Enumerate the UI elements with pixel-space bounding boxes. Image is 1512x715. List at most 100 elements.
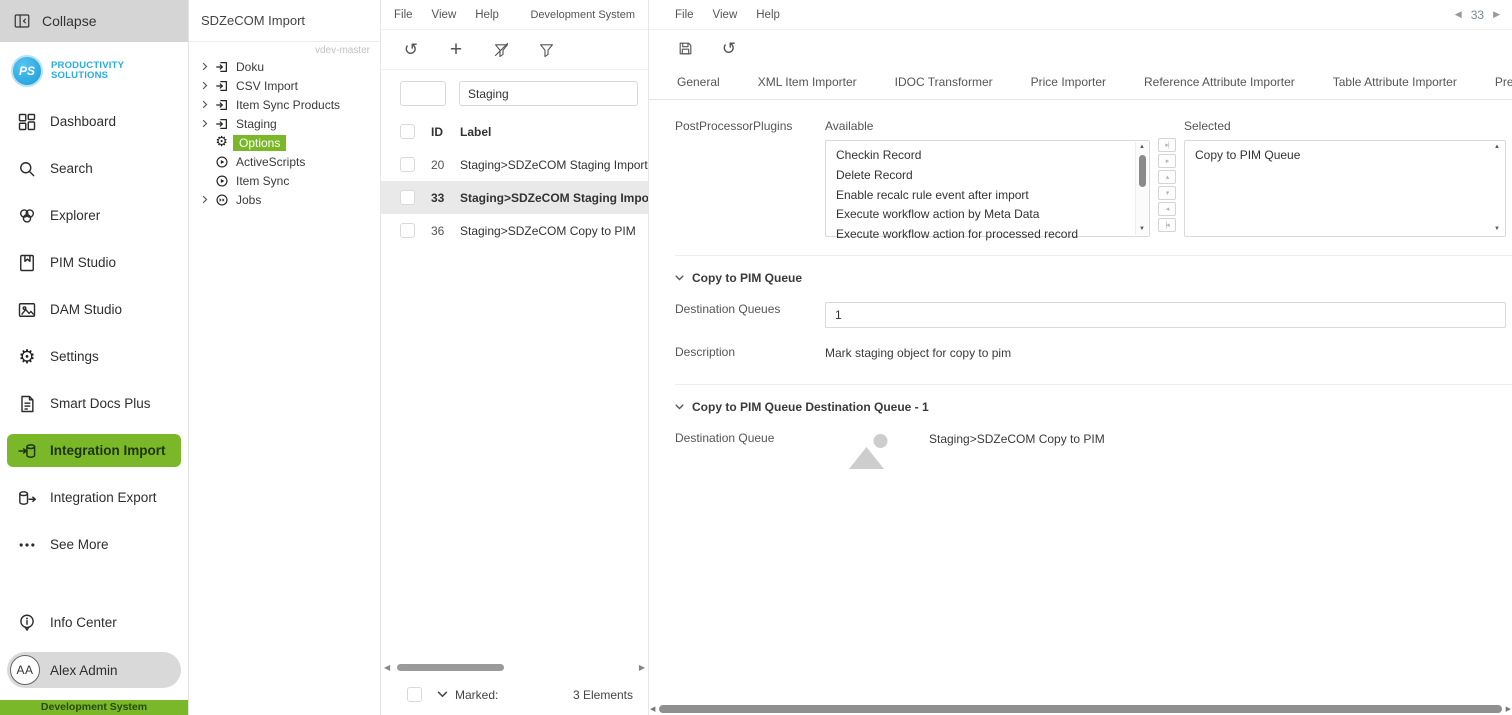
sidebar-item-explorer[interactable]: Explorer	[0, 192, 188, 239]
row-checkbox[interactable]	[400, 190, 415, 205]
scroll-down-icon[interactable]: ▼	[1136, 224, 1148, 235]
tab-reference-attribute-importer[interactable]: Reference Attribute Importer	[1142, 67, 1297, 100]
expand-chevron-icon[interactable]	[200, 100, 210, 109]
menu-view[interactable]: View	[432, 9, 457, 21]
row-checkbox[interactable]	[400, 157, 415, 172]
detail-horizontal-scrollbar[interactable]: ◀ ▶	[649, 703, 1512, 715]
available-scrollbar[interactable]: ▲ ▼	[1135, 142, 1148, 235]
tree-item-doku[interactable]: Doku	[200, 57, 380, 76]
tab-idoc-transformer[interactable]: IDOC Transformer	[893, 67, 995, 100]
sidebar-item-smart-docs-plus[interactable]: Smart Docs Plus	[0, 380, 188, 427]
sidebar-item-dashboard[interactable]: Dashboard	[0, 98, 188, 145]
table-row-selected[interactable]: 33 Staging>SDZeCOM Staging Import	[381, 181, 648, 214]
marked-checkbox[interactable]	[407, 687, 422, 702]
id-filter-input[interactable]	[400, 81, 446, 106]
dam-studio-icon	[17, 300, 37, 320]
row-checkbox[interactable]	[400, 223, 415, 238]
move-down-button[interactable]: ▾	[1158, 186, 1176, 200]
expand-chevron-icon[interactable]	[200, 119, 210, 128]
selected-listbox[interactable]: Copy to PIM Queue ▲ ▼	[1184, 140, 1506, 237]
import-node-icon	[214, 59, 229, 74]
chevron-down-icon[interactable]	[437, 691, 448, 698]
sidebar-item-integration-import[interactable]: Integration Import	[7, 434, 181, 467]
reload-button[interactable]: ↺	[720, 40, 738, 58]
tree-item-item-sync[interactable]: Item Sync	[200, 171, 380, 190]
label-filter-input[interactable]	[459, 81, 638, 106]
section-copy-to-pim-queue[interactable]: Copy to PIM Queue	[675, 271, 1512, 285]
scroll-left-icon[interactable]: ◀	[650, 704, 655, 715]
move-right-button[interactable]: ▸	[1158, 154, 1176, 168]
menu-view[interactable]: View	[713, 9, 738, 21]
tree-item-csv-import[interactable]: CSV Import	[200, 76, 380, 95]
available-item[interactable]: Execute workflow action by Meta Data	[836, 205, 1125, 225]
tree-item-activescripts[interactable]: ActiveScripts	[200, 152, 380, 171]
tab-xml-item-importer[interactable]: XML Item Importer	[756, 67, 859, 100]
selected-item[interactable]: Copy to PIM Queue	[1195, 146, 1481, 166]
clear-filter-button[interactable]	[492, 41, 510, 59]
tree-item-label: Jobs	[233, 192, 264, 208]
available-item[interactable]: Execute workflow action for processed re…	[836, 225, 1125, 245]
section-title: Copy to PIM Queue	[692, 271, 802, 285]
add-button[interactable]: +	[447, 41, 465, 59]
previous-record-icon[interactable]: ◀	[1455, 9, 1462, 20]
menu-help[interactable]: Help	[475, 9, 499, 21]
section-copy-to-pim-queue-destination-queue-1[interactable]: Copy to PIM Queue Destination Queue - 1	[675, 400, 1512, 414]
column-header-id[interactable]: ID	[431, 125, 457, 139]
scroll-down-icon[interactable]: ▼	[1491, 224, 1503, 235]
move-all-right-button[interactable]: ▸|	[1158, 138, 1176, 152]
scrollbar-thumb[interactable]	[397, 664, 504, 671]
list-horizontal-scrollbar[interactable]: ◀ ▶	[384, 661, 645, 674]
tab-price-importer[interactable]: Price Importer	[1029, 67, 1108, 100]
table-row[interactable]: 36 Staging>SDZeCOM Copy to PIM	[381, 214, 648, 247]
scroll-up-icon[interactable]: ▲	[1136, 142, 1148, 153]
tree-item-options[interactable]: ⚙ Options	[200, 133, 380, 152]
tab-prehandler[interactable]: Prehandler	[1493, 67, 1512, 100]
description-value: Mark staging object for copy to pim	[825, 345, 1506, 360]
scrollbar-thumb[interactable]	[659, 705, 1502, 713]
available-item[interactable]: Enable recalc rule event after import	[836, 186, 1125, 206]
collapse-button[interactable]: Collapse	[0, 0, 188, 42]
selected-scrollbar[interactable]: ▲ ▼	[1491, 142, 1504, 235]
sidebar-item-info-center[interactable]: Info Center	[0, 599, 188, 646]
user-menu[interactable]: AA Alex Admin	[7, 652, 181, 688]
move-all-left-button[interactable]: |◂	[1158, 218, 1176, 232]
tree-item-item-sync-products[interactable]: Item Sync Products	[200, 95, 380, 114]
tree-item-staging[interactable]: Staging	[200, 114, 380, 133]
scroll-right-icon[interactable]: ▶	[639, 662, 645, 673]
scroll-right-icon[interactable]: ▶	[1506, 704, 1511, 715]
filter-button[interactable]	[537, 41, 555, 59]
refresh-button[interactable]: ↺	[402, 41, 420, 59]
available-item[interactable]: Delete Record	[836, 166, 1125, 186]
select-all-checkbox[interactable]	[400, 124, 415, 139]
sidebar-item-search[interactable]: Search	[0, 145, 188, 192]
save-button[interactable]	[676, 40, 694, 58]
move-up-button[interactable]: ▴	[1158, 170, 1176, 184]
menu-help[interactable]: Help	[756, 9, 780, 21]
sidebar-item-integration-export[interactable]: Integration Export	[0, 474, 188, 521]
move-left-button[interactable]: ◂	[1158, 202, 1176, 216]
sidebar-item-dam-studio[interactable]: DAM Studio	[0, 286, 188, 333]
scroll-left-icon[interactable]: ◀	[384, 662, 390, 673]
destination-queue-reference[interactable]: Staging>SDZeCOM Copy to PIM	[929, 431, 1105, 446]
sidebar-item-see-more[interactable]: See More	[0, 521, 188, 568]
table-row[interactable]: 20 Staging>SDZeCOM Staging Import BMEcat	[381, 148, 648, 181]
next-record-icon[interactable]: ▶	[1493, 9, 1500, 20]
scrollbar-thumb[interactable]	[1139, 155, 1146, 187]
tree-item-jobs[interactable]: Jobs	[200, 190, 380, 209]
destination-queues-input[interactable]	[825, 302, 1506, 328]
tab-general[interactable]: General	[675, 67, 722, 100]
sidebar-item-pim-studio[interactable]: PIM Studio	[0, 239, 188, 286]
tab-table-attribute-importer[interactable]: Table Attribute Importer	[1331, 67, 1459, 100]
expand-chevron-icon[interactable]	[200, 62, 210, 71]
available-listbox[interactable]: Checkin Record Delete Record Enable reca…	[825, 140, 1150, 237]
column-header-label[interactable]: Label	[460, 125, 491, 139]
menu-file[interactable]: File	[675, 9, 694, 21]
expand-chevron-icon[interactable]	[200, 81, 210, 90]
expand-chevron-icon[interactable]	[200, 195, 210, 204]
collapse-label: Collapse	[42, 13, 96, 29]
available-item[interactable]: Checkin Record	[836, 146, 1125, 166]
menu-file[interactable]: File	[394, 9, 413, 21]
sidebar-item-settings[interactable]: ⚙ Settings	[0, 333, 188, 380]
environment-banner: Development System	[0, 700, 188, 715]
scroll-up-icon[interactable]: ▲	[1491, 142, 1503, 153]
